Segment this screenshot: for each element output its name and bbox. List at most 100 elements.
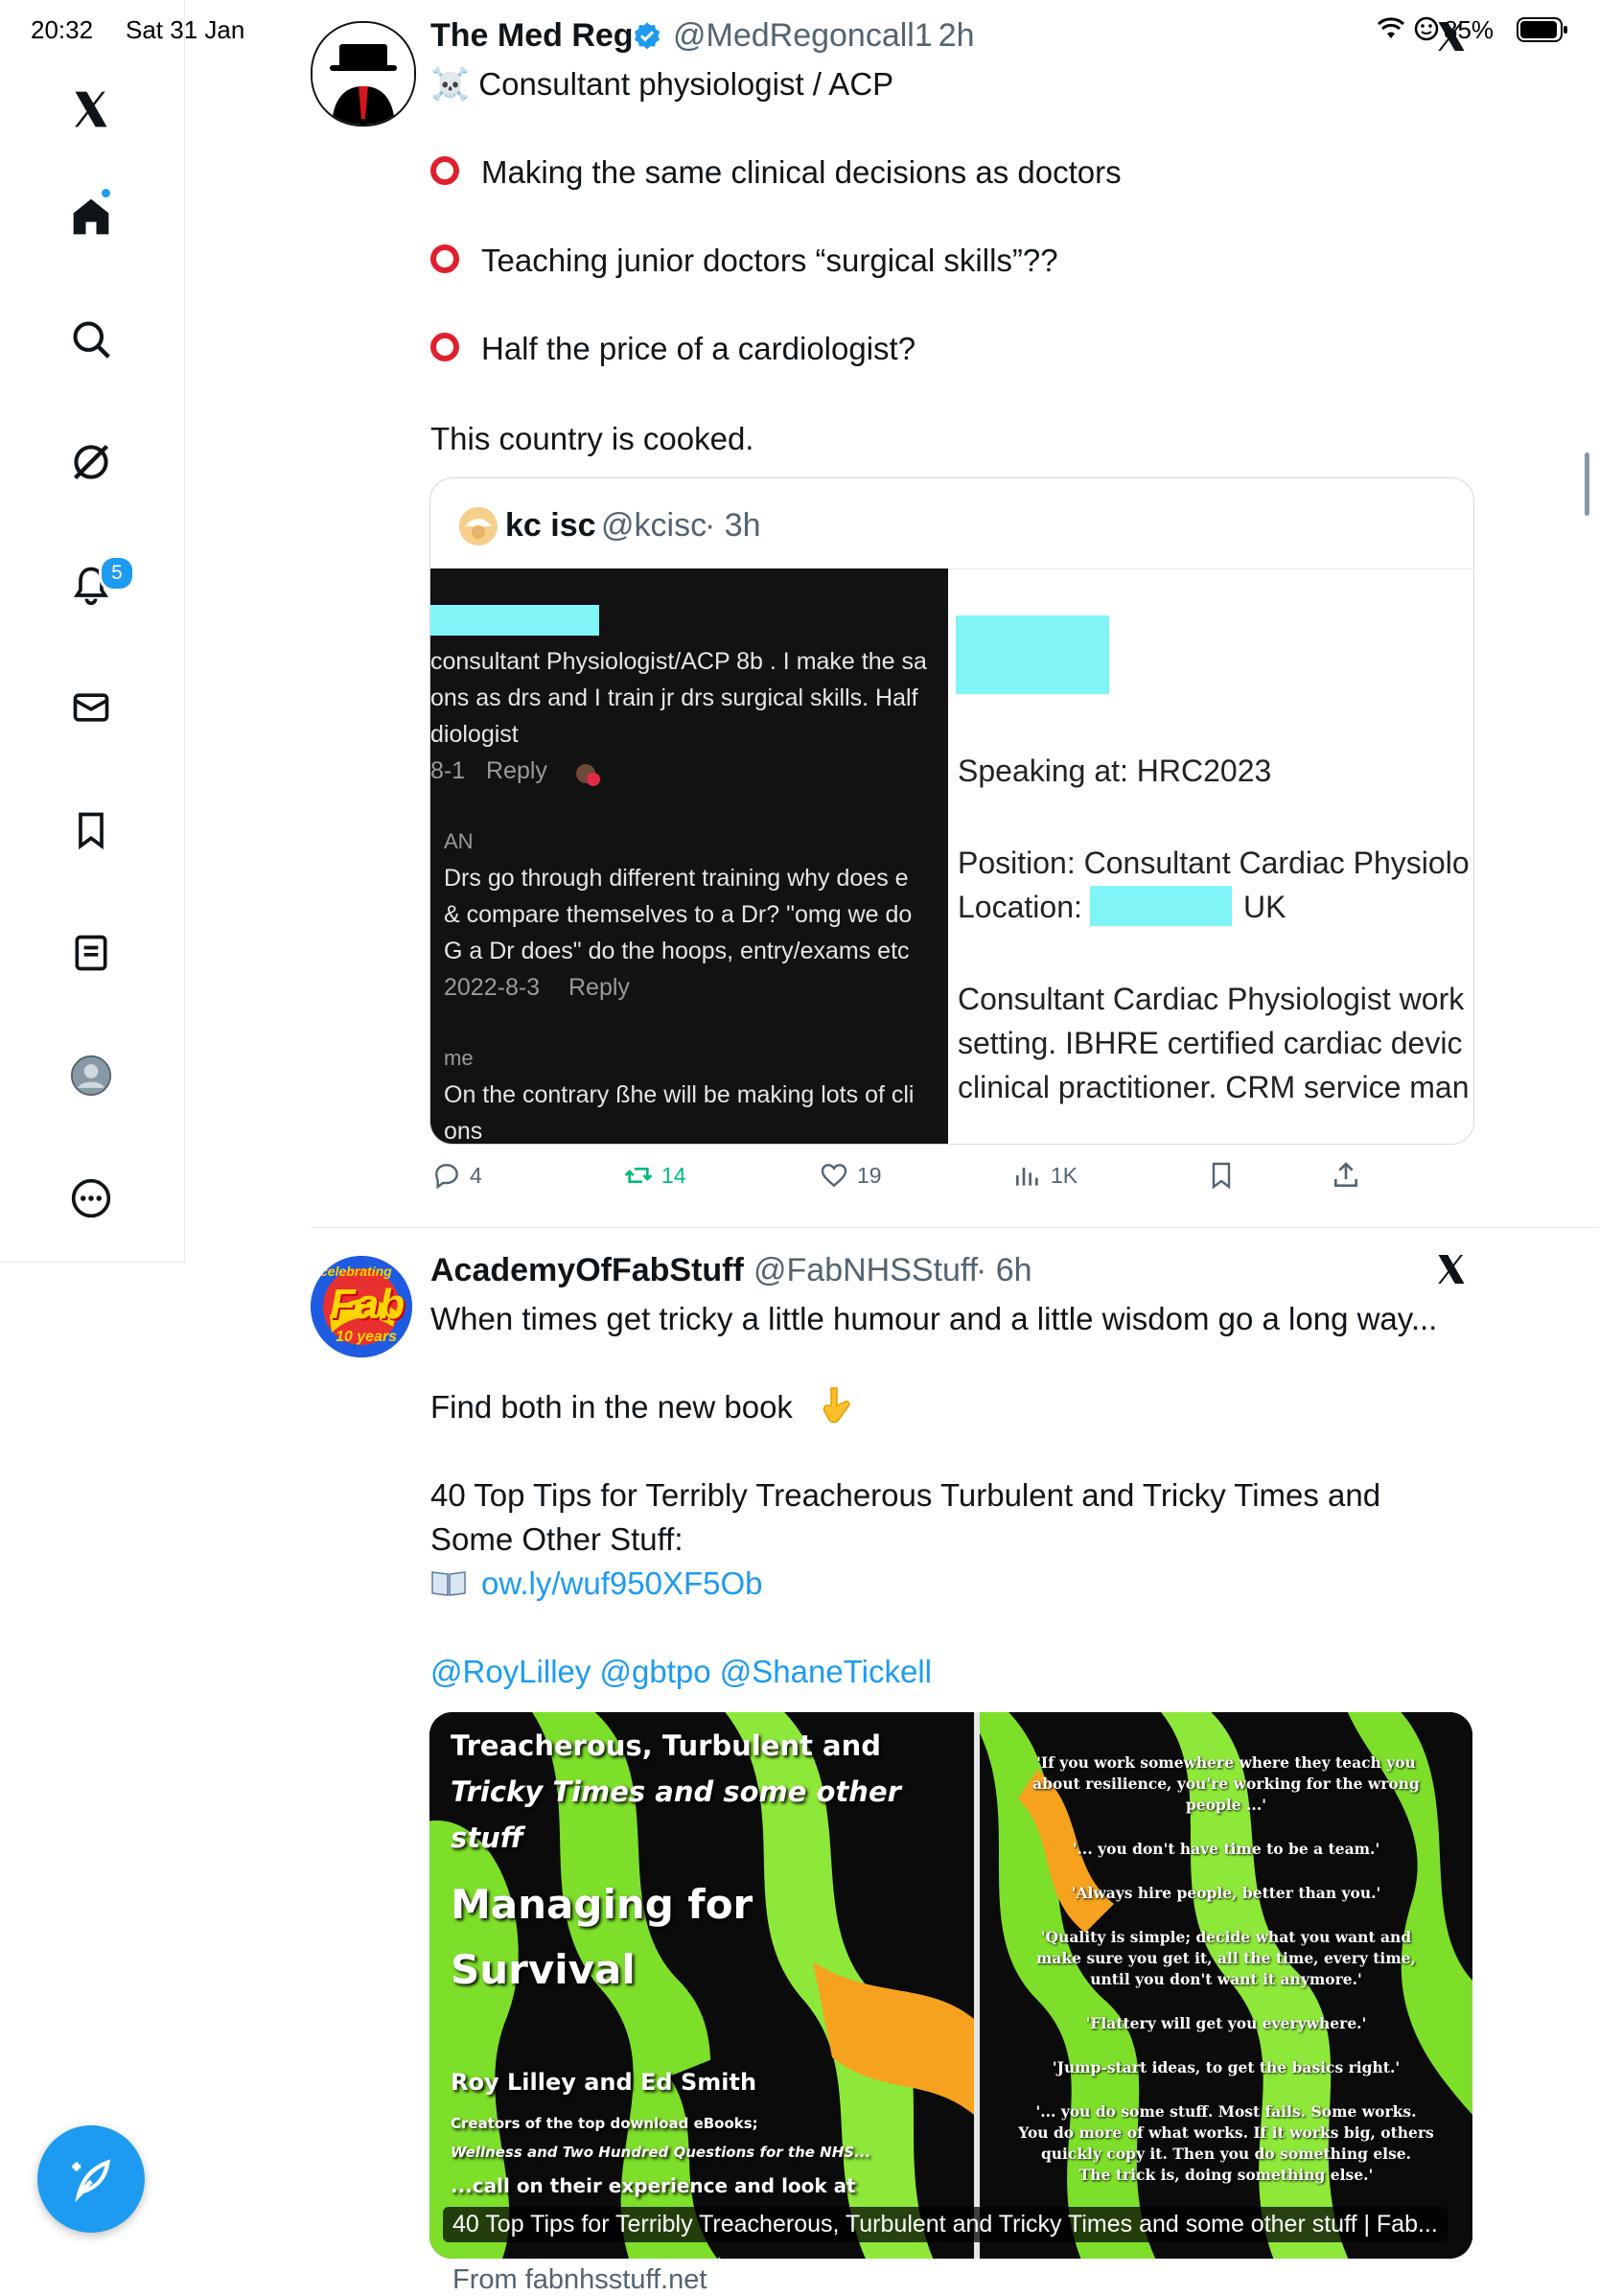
bookmark-button[interactable] (1206, 1160, 1244, 1191)
pointing-down-icon (819, 1386, 853, 1429)
heart-icon (821, 1164, 847, 1188)
reply-button[interactable]: 4 (431, 1160, 482, 1191)
tweet2-avatar[interactable]: celebrating Fab 10 years (311, 1256, 412, 1357)
quoted-image-right[interactable]: Speaking at: HRC2023 Position: Consultan… (948, 568, 1473, 1144)
book-quote-line: people ...' (1186, 1796, 1266, 1814)
notification-badge: 5 (99, 555, 135, 591)
repost-button[interactable]: 14 (623, 1160, 686, 1191)
wifi-icon (1377, 17, 1405, 45)
tweet1-line-4: Half the price of a cardiologist? (481, 331, 916, 366)
views-icon (1016, 1168, 1038, 1186)
tweet1-avatar[interactable] (311, 21, 416, 127)
book-authors: Roy Lilley and Ed Smith (451, 2069, 757, 2096)
quoted-image-left[interactable]: consultant Physiologist/ACP 8b . I make … (430, 568, 948, 1144)
mail-icon[interactable] (57, 673, 126, 742)
dismiss-icon[interactable] (1434, 1252, 1469, 1291)
tweet1-handle[interactable]: @MedRegoncall1 (673, 17, 933, 55)
quoted-timestamp: · 3h (705, 507, 761, 544)
bio-line: clinical practitioner. CRM service man (958, 1070, 1470, 1104)
quoted-tweet-card[interactable]: kc isc @kcisc · 3h consultant Physiologi… (429, 477, 1474, 1145)
book-quote-line: until you don't want it anymore.' (1090, 1970, 1362, 1988)
avatar-text-bottom: 10 years (336, 1329, 398, 1345)
comment-line: ons as drs and I train jr drs surgical s… (430, 684, 918, 711)
comment-line: consultant Physiologist/ACP 8b . I make … (430, 648, 927, 675)
book-quote-line: The trick is, doing something else.' (1078, 2166, 1374, 2184)
tweet2-line-1: When times get tricky a little humour an… (430, 1301, 1438, 1336)
list-icon[interactable] (57, 918, 126, 987)
home-icon[interactable] (57, 182, 126, 251)
book-subtitle-line: Managing for (451, 1881, 753, 1928)
book-title-line: Tricky Times and some other (451, 1775, 901, 1808)
quoted-avatar (459, 507, 498, 545)
book-quote-line: You do more of what works. If it works b… (1018, 2123, 1434, 2142)
quoted-author-name: kc isc (505, 507, 596, 544)
book-back-image: 'If you work somewhere where they teach … (980, 1712, 1472, 2259)
comment-reply: Reply (568, 974, 630, 1001)
comment-line: G a Dr does" do the hoops, entry/exams e… (444, 938, 910, 964)
book-quote-line: make sure you get it, all the time, ever… (1036, 1949, 1416, 1967)
compose-button[interactable] (37, 2125, 145, 2233)
book-quote-line: about resilience, you're working for the… (1032, 1774, 1420, 1793)
comment-line: ons (444, 1118, 483, 1144)
tweet-divider (311, 1227, 1599, 1228)
views-button[interactable]: 1K (1012, 1160, 1078, 1191)
tweet2-line-3: 40 Top Tips for Terribly Treacherous Tur… (430, 1477, 1381, 1513)
compose-icon (72, 2159, 110, 2203)
red-circle-icon (430, 156, 459, 185)
verified-badge-icon (632, 21, 662, 57)
bookmark-icon[interactable] (57, 796, 126, 865)
tweet1-line-5: This country is cooked. (430, 421, 754, 456)
search-icon[interactable] (57, 305, 126, 374)
redaction-block (956, 615, 1109, 694)
book-creators-line: Creators of the top download eBooks; (451, 2115, 758, 2132)
book-quote-line: 'Flattery will get you everywhere.' (1085, 2014, 1367, 2032)
quoted-handle: @kcisc (601, 507, 707, 544)
book-quote-line: 'Quality is simple; decide what you want… (1040, 1928, 1412, 1946)
link-card-source[interactable]: From fabnhsstuff.net (452, 2264, 707, 2296)
comment-line: diologist (430, 721, 519, 748)
speaker-position: Position: Consultant Cardiac Physiolo (958, 846, 1470, 880)
comment-user: AN (444, 829, 474, 853)
tweet2-mentions[interactable]: @RoyLilley @gbtpo @ShaneTickell (430, 1653, 932, 1691)
scrollbar[interactable] (1585, 452, 1589, 516)
tweet2-timestamp[interactable]: · 6h (976, 1252, 1032, 1289)
more-icon[interactable] (57, 1164, 126, 1233)
comment-reply: Reply (486, 757, 547, 784)
book-subtitle-line: Survival (451, 1946, 636, 1993)
home-unread-dot (102, 189, 110, 197)
book-icon (430, 1568, 467, 1602)
tweet2-author-name[interactable]: AcademyOfFabStuff (430, 1252, 744, 1289)
tweet1-author-name[interactable]: The Med Reg (430, 17, 634, 55)
dismiss-icon[interactable] (1434, 19, 1469, 58)
location-country: UK (1243, 890, 1286, 924)
book-quote-line: '... you don't have time to be a team.' (1072, 1840, 1380, 1858)
redaction-block (430, 605, 599, 636)
share-button[interactable] (1331, 1160, 1369, 1191)
tweet2-line-4: Some Other Stuff: (430, 1521, 684, 1557)
tweet2-link[interactable]: ow.ly/wuf950XF5Ob (481, 1565, 763, 1603)
book-quote-line: 'Always hire people, better than you.' (1071, 1884, 1381, 1902)
battery-icon (1517, 17, 1568, 47)
grok-icon[interactable] (57, 428, 126, 497)
like-count: 19 (857, 1162, 882, 1188)
comment-date: 2022-8-3 (444, 974, 541, 1001)
redaction-block (1090, 886, 1232, 926)
link-card-image[interactable]: Treacherous, Turbulent and Tricky Times … (429, 1712, 1472, 2259)
tweet1-timestamp[interactable]: · 2h (918, 17, 975, 55)
tweet1-line-1: ☠️ Consultant physiologist / ACP (430, 66, 894, 102)
red-circle-icon (430, 333, 459, 361)
reply-count: 4 (470, 1162, 482, 1188)
avatar-text-top: celebrating (320, 1264, 392, 1279)
book-call-line: ...call on their experience and look at (451, 2174, 856, 2197)
link-card-title[interactable]: 40 Top Tips for Terribly Treacherous, Tu… (443, 2207, 1448, 2242)
tweet2-handle[interactable]: @FabNHSStuff (753, 1252, 978, 1289)
red-circle-icon (430, 244, 459, 273)
avatar-icon[interactable] (57, 1041, 126, 1110)
book-quote-line: quickly copy it. Then you do something e… (1040, 2145, 1412, 2163)
bio-line: setting. IBHRE certified cardiac devic (958, 1026, 1463, 1060)
comment-line: On the contrary ßhe will be making lots … (444, 1081, 915, 1108)
like-button[interactable]: 19 (819, 1160, 882, 1191)
repost-count: 14 (661, 1162, 686, 1188)
tweet1-line-2: Making the same clinical decisions as do… (481, 154, 1122, 190)
x-logo-icon[interactable] (57, 75, 126, 144)
